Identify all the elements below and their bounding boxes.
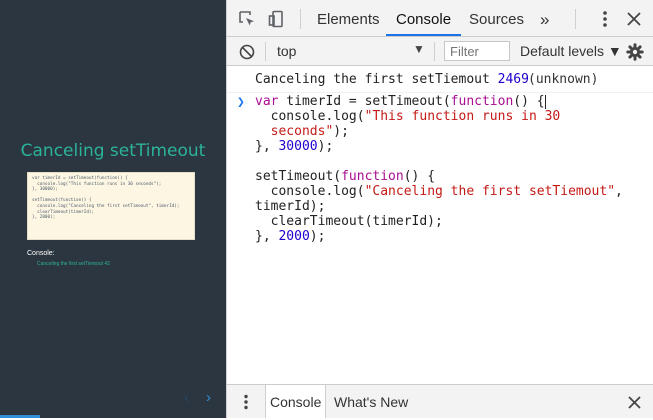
code-line: setTimeout(function() { [32, 198, 92, 204]
slide-console-label: Console: [27, 250, 55, 257]
settings-gear-icon[interactable] [625, 42, 645, 62]
drawer-tab-console[interactable]: Console [265, 385, 327, 418]
code-line: console.log("This function runs in 30 se… [32, 181, 162, 187]
toolbar-divider [434, 42, 435, 61]
tab-elements[interactable]: Elements [317, 0, 380, 36]
code-line: }, 2000); [32, 215, 56, 221]
slide-console-output: Canceling the first setTiemout 42 [37, 261, 110, 267]
devtools-panel: Elements Console Sources » top ▼ Default… [226, 0, 653, 418]
next-slide-button[interactable]: › [206, 389, 211, 406]
drawer-tab-whats-new[interactable]: What's New [330, 385, 412, 418]
tab-sources[interactable]: Sources [469, 0, 524, 36]
console-message-value: 2469 [497, 72, 529, 87]
console-message: Canceling the first setTiemout 2469 (unk… [227, 66, 653, 93]
inspect-element-icon[interactable] [237, 9, 257, 29]
toolbar-divider [265, 42, 266, 61]
more-tabs-button[interactable]: » [540, 0, 549, 36]
dropdown-arrow-icon[interactable]: ▼ [413, 42, 425, 56]
prev-slide-button[interactable]: ‹ [184, 389, 189, 406]
devtools-tabbar: Elements Console Sources » [227, 0, 653, 37]
tab-console[interactable]: Console [386, 0, 462, 36]
slide-panel: Canceling setTimeout var timerId = setTi… [0, 0, 226, 418]
slide-code-block: var timerId = setTimeout(function() { co… [27, 172, 195, 240]
code-line: clearTimeout(timerId); [32, 209, 95, 215]
prompt-chevron-icon: ❯ [237, 95, 245, 110]
tabbar-divider [575, 9, 576, 29]
console-message-source[interactable]: (unknown) [528, 72, 598, 87]
context-selector[interactable]: top [277, 43, 296, 59]
tabbar-divider [300, 9, 301, 29]
console-output-area[interactable]: Canceling the first setTiemout 2469 (unk… [227, 66, 653, 384]
filter-input[interactable] [444, 41, 510, 61]
device-toolbar-icon[interactable] [267, 9, 287, 29]
console-input-code[interactable]: var timerId = setTimeout(function() { co… [255, 94, 623, 244]
console-message-text: Canceling the first setTiemout [255, 72, 490, 87]
code-line: console.log("Canceling the first setTime… [32, 203, 180, 209]
drawer-close-icon[interactable] [625, 393, 643, 411]
log-levels-dropdown[interactable]: Default levels ▼ [520, 43, 622, 59]
code-line: }, 30000); [32, 187, 58, 193]
clear-console-icon[interactable] [237, 42, 257, 62]
close-icon[interactable] [625, 10, 643, 28]
code-line: var timerId = setTimeout(function() { [32, 176, 128, 181]
kebab-menu-icon[interactable] [595, 9, 615, 29]
slide-title: Canceling setTimeout [20, 141, 206, 161]
drawer-menu-icon[interactable] [237, 393, 255, 411]
console-toolbar: top ▼ Default levels ▼ [227, 37, 653, 66]
bottom-drawer: Console What's New [227, 384, 653, 418]
